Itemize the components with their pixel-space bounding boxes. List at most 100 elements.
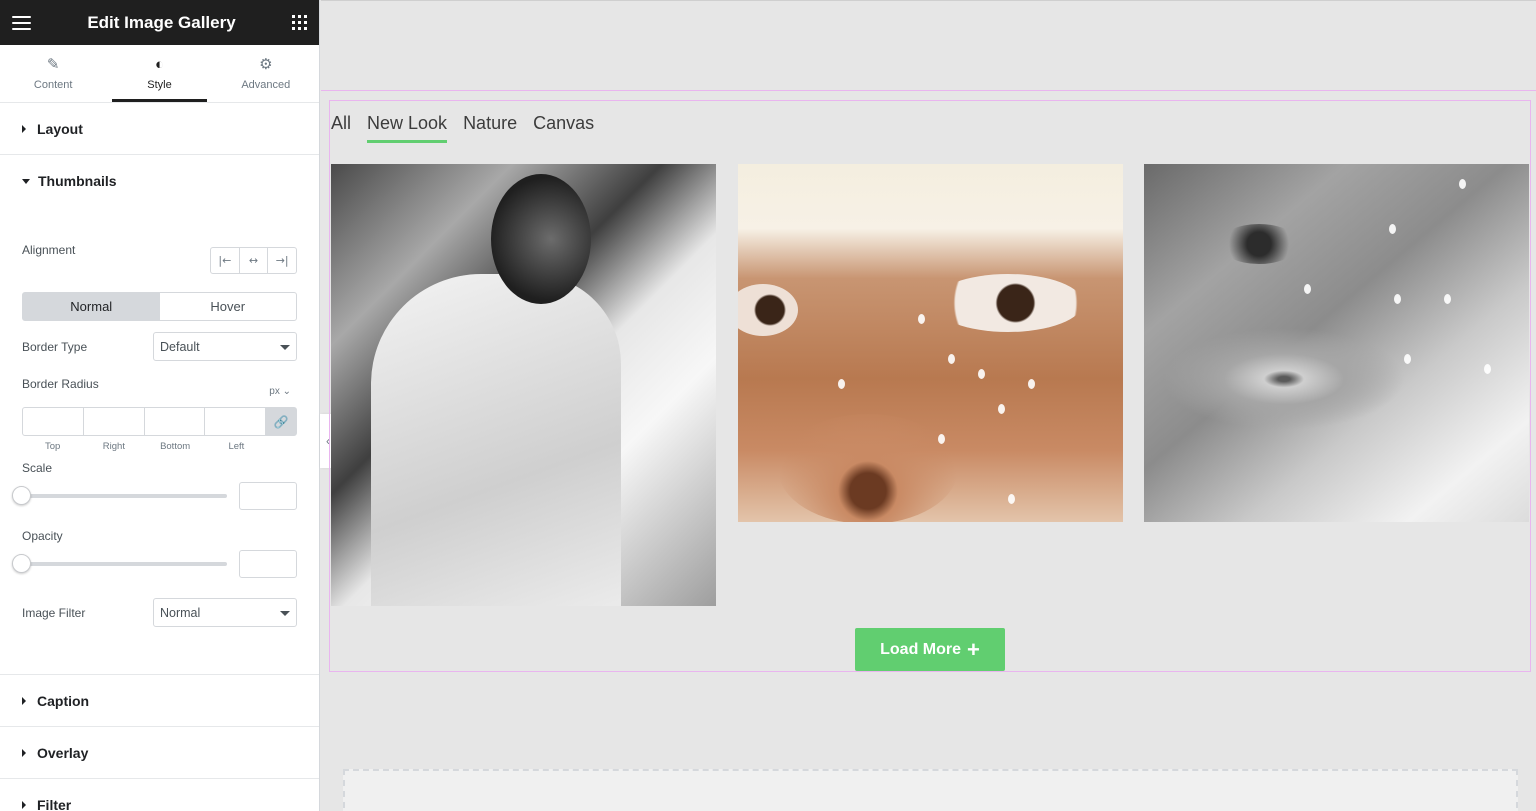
tab-advanced[interactable]: ⚙ Advanced [213, 45, 319, 102]
tab-advanced-label: Advanced [241, 78, 291, 91]
scale-input[interactable] [239, 482, 297, 510]
dim-label-left: Left [228, 441, 245, 452]
state-hover-button[interactable]: Hover [160, 293, 297, 320]
filter-all[interactable]: All [331, 113, 351, 142]
dropdown-arrow-icon [280, 345, 290, 350]
editor-panel: Edit Image Gallery ✎ Content ◐ Style ⚙ A… [0, 0, 320, 811]
light-spark [938, 434, 945, 444]
section-filter[interactable]: Filter [0, 779, 319, 811]
image-head-shape [491, 174, 591, 304]
dim-label-bottom: Bottom [160, 441, 191, 452]
state-normal-button[interactable]: Normal [23, 293, 160, 320]
apps-grid-icon[interactable] [292, 15, 307, 30]
image-filter-label: Image Filter [22, 606, 86, 620]
image-eye-shape [933, 274, 1083, 332]
light-spark [998, 404, 1005, 414]
unit-value: px [269, 386, 280, 397]
caret-right-icon [22, 124, 26, 133]
light-spark [1484, 364, 1491, 374]
light-spark [1008, 494, 1015, 504]
light-spark [838, 379, 845, 389]
panel-tabs: ✎ Content ◐ Style ⚙ Advanced [0, 45, 319, 103]
border-type-label: Border Type [22, 340, 88, 354]
radius-bottom-input[interactable] [145, 408, 206, 435]
light-spark [978, 369, 985, 379]
light-spark [1394, 294, 1401, 304]
dim-labels: Top Right Bottom Left [22, 441, 267, 452]
align-right-icon[interactable]: →| [268, 248, 296, 273]
tab-style-label: Style [147, 78, 172, 91]
section-caption-label: Caption [37, 692, 90, 709]
pencil-icon: ✎ [46, 55, 60, 73]
filter-canvas[interactable]: Canvas [533, 113, 594, 142]
radius-left-input[interactable] [205, 408, 266, 435]
align-left-icon[interactable]: |← [211, 248, 240, 273]
plus-icon: + [967, 636, 980, 662]
border-type-select[interactable]: Default [153, 332, 297, 361]
add-section-dropzone[interactable] [343, 769, 1518, 811]
light-spark [1459, 179, 1466, 189]
radius-top-input[interactable] [23, 408, 84, 435]
light-spark [1404, 354, 1411, 364]
tab-style[interactable]: ◐ Style [106, 45, 212, 102]
gear-icon: ⚙ [259, 55, 273, 73]
image-lips-shape [1154, 324, 1414, 434]
dim-label-right: Right [102, 441, 125, 452]
image-nostril-shape [1219, 224, 1299, 264]
filter-nature[interactable]: Nature [463, 113, 517, 142]
unit-selector[interactable]: px ⌄ [269, 386, 291, 397]
scale-slider-handle[interactable] [12, 486, 31, 505]
opacity-input[interactable] [239, 550, 297, 578]
load-more-button[interactable]: Load More + [855, 628, 1005, 671]
section-filter-label: Filter [37, 796, 72, 811]
opacity-slider-track[interactable] [22, 562, 227, 566]
tab-content-label: Content [33, 78, 73, 91]
opacity-label: Opacity [22, 529, 63, 543]
gallery-filter-bar: All New Look Nature Canvas [331, 113, 610, 143]
section-layout-label: Layout [37, 120, 83, 137]
alignment-choices: |← ↔ →| [210, 247, 297, 274]
image-eye-shape [738, 284, 798, 336]
section-overlay[interactable]: Overlay [0, 727, 319, 779]
panel-header: Edit Image Gallery [0, 0, 319, 45]
gallery-image-lips-closeup[interactable] [1144, 164, 1529, 522]
border-type-value: Default [160, 339, 200, 354]
section-thumbnails[interactable]: Thumbnails [0, 155, 319, 207]
image-filter-select[interactable]: Normal [153, 598, 297, 627]
opacity-slider-handle[interactable] [12, 554, 31, 573]
radius-right-input[interactable] [84, 408, 145, 435]
filter-new-look[interactable]: New Look [367, 113, 448, 143]
alignment-label: Alignment [22, 243, 76, 257]
image-nose-shape [778, 414, 958, 522]
light-spark [1444, 294, 1451, 304]
image-filter-value: Normal [160, 605, 201, 620]
state-switch: Normal Hover [22, 292, 297, 321]
section-overlay-label: Overlay [37, 744, 89, 761]
light-spark [1389, 224, 1396, 234]
tab-content[interactable]: ✎ Content [0, 45, 106, 102]
hamburger-menu-icon[interactable] [12, 15, 31, 30]
border-radius-label: Border Radius [22, 377, 99, 391]
light-spark [1304, 284, 1311, 294]
align-center-icon[interactable]: ↔ [240, 248, 269, 273]
caret-right-icon [22, 800, 26, 809]
load-more-label: Load More [880, 640, 962, 658]
light-spark [1028, 379, 1035, 389]
light-spark [918, 314, 925, 324]
scale-slider-track[interactable] [22, 494, 227, 498]
preview-top-section [321, 0, 1536, 91]
dropdown-arrow-icon [280, 611, 290, 616]
gallery-image-freckled-face[interactable] [738, 164, 1123, 522]
section-thumbnails-label: Thumbnails [38, 173, 117, 189]
border-radius-inputs: 🔗 [22, 407, 297, 436]
section-caption[interactable]: Caption [0, 675, 319, 727]
dim-label-top: Top [44, 441, 61, 452]
scale-label: Scale [22, 461, 53, 475]
contrast-icon: ◐ [154, 55, 165, 73]
light-spark [948, 354, 955, 364]
caret-right-icon [22, 696, 26, 705]
gallery-image-woman-back[interactable] [331, 164, 716, 606]
image-figure-shape [371, 274, 621, 606]
section-layout[interactable]: Layout [0, 103, 319, 155]
link-values-icon[interactable]: 🔗 [266, 408, 296, 435]
